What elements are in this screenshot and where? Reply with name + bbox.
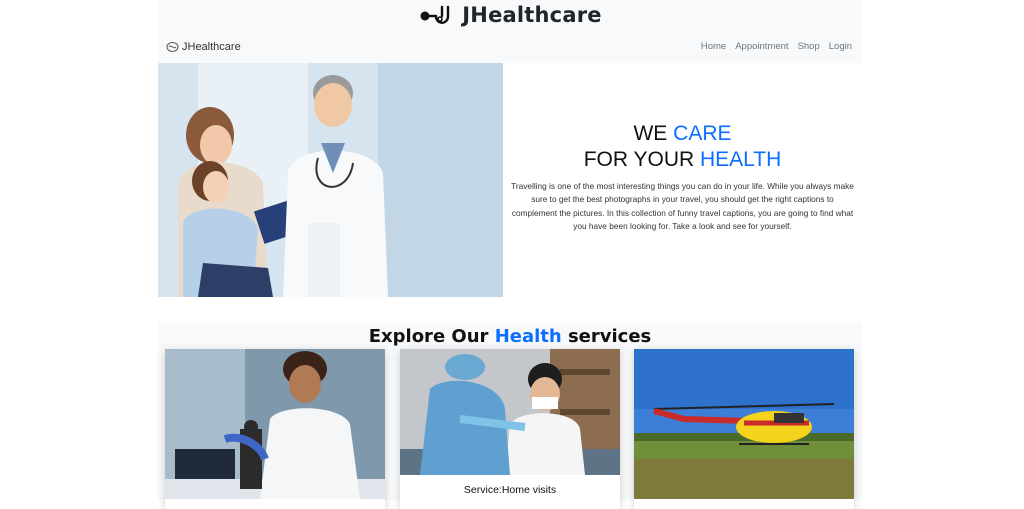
nav-links: Home Appointment Shop Login [701,41,852,52]
services-title-prefix: Explore Our [368,326,495,347]
service-card-image [165,349,385,499]
service-card-image [400,349,620,475]
hero-title-accent-2: HEALTH [700,148,782,171]
logo-icon [166,41,179,52]
hero-title-prefix-2: FOR YOUR [583,148,700,171]
service-card-home-visits[interactable]: Service:Home visits [400,349,620,509]
service-card-lab[interactable] [165,349,385,509]
nav-link-login[interactable]: Login [829,41,852,52]
service-card-air-ambulance[interactable] [634,349,854,509]
nav-link-appointment[interactable]: Appointment [735,41,788,52]
navbar-brand-label: JHealthcare [182,40,241,53]
hero-paragraph: Travelling is one of the most interestin… [511,181,854,232]
nav-link-shop[interactable]: Shop [798,41,820,52]
navbar: JHealthcare Home Appointment Shop Login [158,30,862,63]
hero-title-accent-1: CARE [673,122,732,145]
service-card-title: Service:Home visits [463,484,557,496]
hero-image [158,63,503,297]
stethoscope-icon [420,5,450,24]
services-title-accent: Health [494,326,562,347]
nav-link-home[interactable]: Home [701,41,726,52]
hero-text: WE CARE FOR YOUR HEALTH Travelling is on… [503,63,862,297]
site-title: JHealthcare [462,3,602,27]
services-section: Explore Our Health services Service:Home… [158,323,862,509]
service-card-image [634,349,854,499]
brand-header: JHealthcare [158,0,862,30]
services-title-suffix: services [561,326,652,347]
services-title: Explore Our Health services [158,323,862,347]
hero-title-prefix-1: WE [633,122,674,145]
hero-title: WE CARE FOR YOUR HEALTH [584,121,782,173]
navbar-brand[interactable]: JHealthcare [166,41,241,53]
